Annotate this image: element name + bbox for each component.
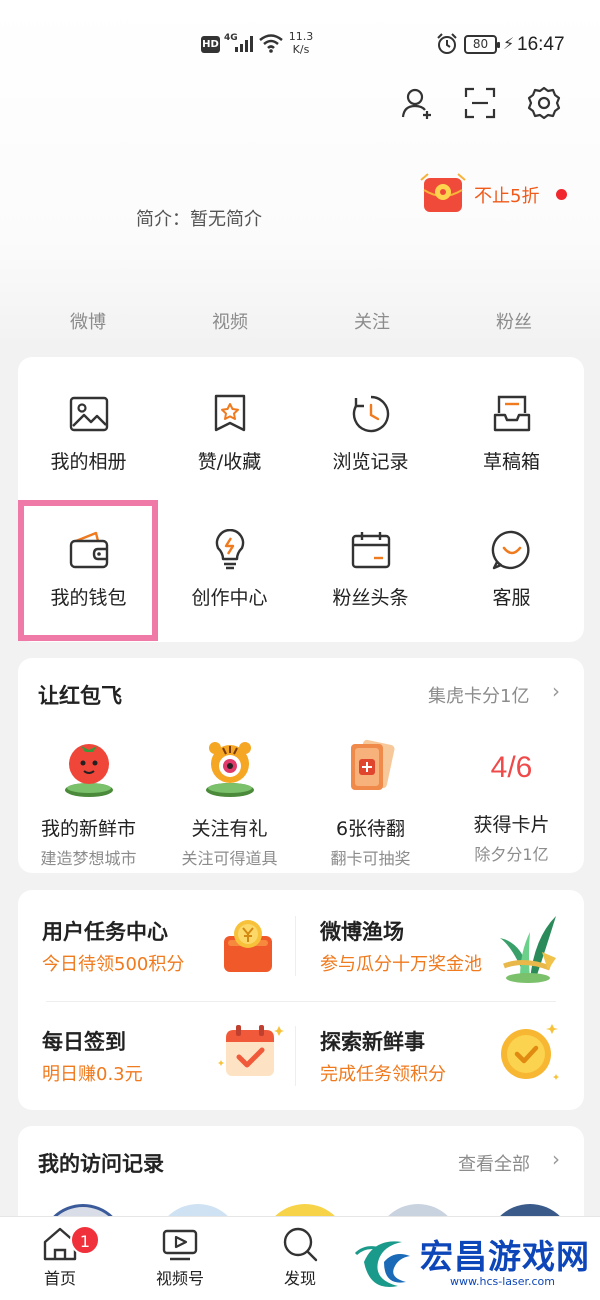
red-packet-icon [420, 173, 466, 212]
event-subtitle: 翻卡可抽奖 [330, 849, 411, 868]
lightbulb-icon [215, 529, 244, 570]
red-packet-card: 让红包飞 集虎卡分1亿 › 我的新鲜市 建造梦想城市 关注有礼 关注可得道具 6… [18, 658, 584, 873]
gear-icon[interactable] [527, 86, 561, 120]
speed-unit: K/s [292, 43, 310, 56]
hd-indicator: HD [201, 36, 220, 53]
event-subtitle: 关注可得道具 [181, 849, 278, 868]
tomato-mascot-icon [64, 744, 113, 797]
tool-history[interactable]: 浏览记录 [300, 393, 441, 474]
clock: 16:47 [517, 34, 565, 55]
event-item[interactable]: 我的新鲜市 建造梦想城市 [18, 736, 159, 869]
tool-label: 浏览记录 [332, 451, 409, 473]
speed-value: 11.3 [288, 30, 314, 43]
event-title: 我的新鲜市 [40, 818, 136, 840]
divider [295, 916, 296, 976]
site-watermark: 宏昌游戏网 www.hcs-laser.com [352, 1228, 600, 1300]
stat-following[interactable]: 关注 [301, 308, 443, 338]
nav-home[interactable]: 1 首页 [0, 1225, 120, 1289]
charging-icon: ⚡ [503, 34, 515, 53]
section-title: 让红包飞 [38, 684, 122, 708]
watermark-title: 宏昌游戏网 [420, 1237, 590, 1276]
task-title: 每日签到 [42, 1030, 126, 1054]
coin-box-icon [224, 920, 272, 972]
stat-fans[interactable]: 粉丝 [443, 308, 585, 338]
tasks-card: 用户任务中心 今日待领500积分 微博渔场 参与瓜分十万奖金池 每日签到 明日赚… [18, 890, 584, 1110]
scan-icon[interactable] [463, 86, 497, 120]
promo-banner[interactable]: 不止5折 [418, 170, 578, 220]
tool-creator-center[interactable]: 创作中心 [159, 529, 300, 610]
event-item[interactable]: 关注有礼 关注可得道具 [159, 736, 300, 869]
flip-cards-icon [350, 739, 394, 790]
stat-video[interactable]: 视频 [159, 308, 301, 338]
tool-label: 粉丝头条 [332, 587, 409, 609]
nav-label: 视频号 [155, 1269, 204, 1288]
add-user-icon[interactable] [400, 86, 434, 120]
divider [46, 1001, 556, 1002]
wifi-icon [259, 34, 283, 53]
view-all-link[interactable]: 查看全部 [458, 1150, 530, 1176]
checkin-calendar-icon [218, 1025, 284, 1076]
event-item[interactable]: 6张待翻 翻卡可抽奖 [300, 736, 441, 869]
fishing-plant-icon [500, 916, 556, 983]
coin-check-icon [501, 1024, 559, 1080]
profile-bio: 简介：暂无简介 [136, 209, 262, 230]
signal-icon [235, 36, 253, 52]
task-title: 探索新鲜事 [320, 1030, 425, 1054]
event-title: 关注有礼 [191, 818, 268, 840]
favorites-icon [214, 394, 245, 432]
card-counter: 4/6 [490, 751, 533, 784]
nav-discover[interactable]: 发现 [240, 1225, 360, 1289]
event-item[interactable]: 4/6 获得卡片 除夕分1亿 [441, 736, 582, 865]
chevron-right-icon[interactable]: › [552, 1147, 560, 1171]
promo-text: 不止5折 [474, 186, 540, 207]
event-title: 获得卡片 [473, 814, 550, 836]
customer-service-icon [491, 530, 529, 570]
highlight-annotation-box [18, 500, 158, 641]
search-icon [283, 1227, 318, 1262]
tool-label: 客服 [492, 587, 531, 609]
divider [295, 1026, 296, 1086]
tool-fan-headlines[interactable]: 粉丝头条 [300, 529, 441, 610]
tool-customer-service[interactable]: 客服 [441, 529, 582, 610]
notification-badge: 1 [70, 1225, 100, 1255]
task-subtitle: 完成任务领积分 [320, 1064, 446, 1085]
nav-label: 发现 [283, 1269, 316, 1288]
profile-stats: 微博 视频 关注 粉丝 [0, 308, 600, 338]
status-bar: HD 4G 11.3 K/s 80 ⚡ 16:47 [0, 0, 600, 88]
section-more-link[interactable]: 集虎卡分1亿 [428, 682, 529, 708]
tool-label: 赞/收藏 [197, 451, 262, 473]
watermark-url: www.hcs-laser.com [450, 1275, 555, 1288]
tiger-mascot-icon [205, 742, 254, 797]
album-icon [69, 396, 108, 432]
task-subtitle: 今日待领500积分 [42, 954, 185, 975]
tool-label: 我的相册 [50, 451, 127, 473]
history-icon [352, 395, 389, 433]
event-subtitle: 建造梦想城市 [40, 849, 137, 868]
event-subtitle: 除夕分1亿 [474, 845, 549, 864]
task-subtitle: 明日赚0.3元 [42, 1064, 143, 1085]
tool-album[interactable]: 我的相册 [18, 393, 159, 474]
nav-video[interactable]: 视频号 [120, 1225, 240, 1289]
tool-favorites[interactable]: 赞/收藏 [159, 393, 300, 474]
section-title: 我的访问记录 [38, 1152, 164, 1176]
video-icon [162, 1229, 198, 1261]
calendar-icon [351, 532, 390, 569]
stat-weibo[interactable]: 微博 [17, 308, 159, 338]
nav-label: 首页 [43, 1269, 76, 1288]
network-speed: 11.3 K/s [287, 30, 315, 56]
tool-drafts[interactable]: 草稿箱 [441, 393, 582, 474]
task-title: 用户任务中心 [42, 920, 168, 944]
task-title: 微博渔场 [320, 920, 404, 944]
alarm-icon [437, 33, 457, 54]
battery-indicator: 80 [464, 35, 500, 54]
notification-dot [556, 189, 567, 200]
task-subtitle: 参与瓜分十万奖金池 [320, 954, 482, 975]
watermark-logo-icon [354, 1241, 410, 1287]
tool-label: 创作中心 [191, 587, 268, 609]
tool-label: 草稿箱 [482, 451, 540, 473]
chevron-right-icon[interactable]: › [552, 679, 560, 703]
event-title: 6张待翻 [335, 818, 406, 840]
drafts-icon [493, 395, 530, 432]
